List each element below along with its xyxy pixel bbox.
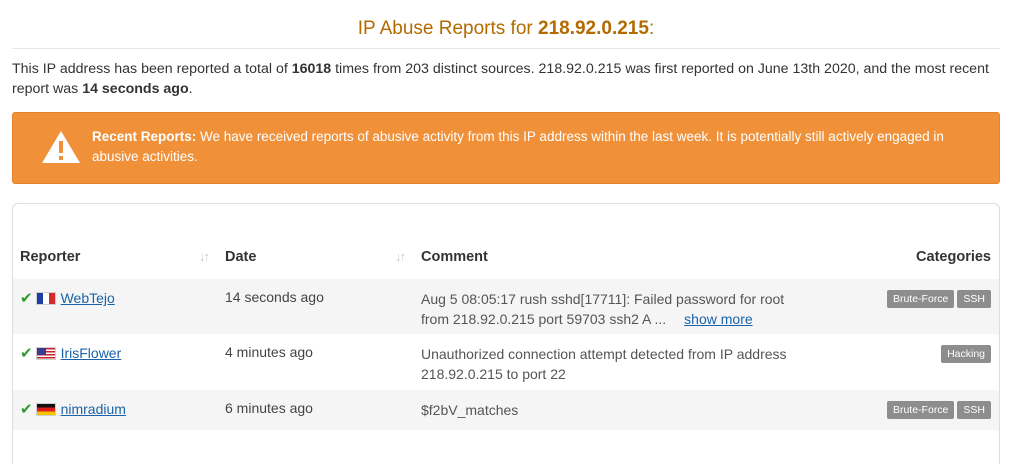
column-reporter-header[interactable]: Reporter ↓↑ <box>13 235 218 279</box>
sort-icon[interactable]: ↓↑ <box>395 249 406 264</box>
comment-cell: Aug 5 08:05:17 rush sshd[17711]: Failed … <box>414 279 791 334</box>
sort-icon[interactable]: ↓↑ <box>199 249 210 264</box>
warning-icon <box>42 131 80 163</box>
categories-cell: Brute-Force SSH <box>791 390 999 430</box>
table-row: ✔ WebTejo 14 seconds ago Aug 5 08:05:17 r… <box>13 279 999 334</box>
summary-text-1: This IP address has been reported a tota… <box>12 61 292 77</box>
comment-text: Unauthorized connection attempt detected… <box>421 346 787 382</box>
column-date-label: Date <box>225 249 257 265</box>
summary-text-3: . <box>188 81 193 97</box>
summary-total: 16018 <box>291 61 332 77</box>
reports-panel: Reporter ↓↑ Date ↓↑ Comment Categories ✔… <box>12 203 1000 464</box>
category-badge[interactable]: SSH <box>957 401 991 419</box>
comment-text: $f2bV_matches <box>421 402 519 418</box>
recent-reports-alert: Recent Reports: We have received reports… <box>12 112 1000 184</box>
date-cell: 14 seconds ago <box>225 289 324 305</box>
reporter-cell: ✔ WebTejo <box>13 279 218 334</box>
check-icon: ✔ <box>20 290 33 307</box>
column-categories-header: Categories <box>791 235 999 279</box>
reporter-cell: ✔ IrisFlower <box>13 334 218 390</box>
category-badge[interactable]: Brute-Force <box>886 401 955 419</box>
table-row: ✔ IrisFlower 4 minutes ago Unauthorized c… <box>13 334 999 390</box>
categories-cell: Hacking <box>791 334 999 390</box>
page-title: IP Abuse Reports for 218.92.0.215: <box>12 0 1000 49</box>
report-summary: This IP address has been reported a tota… <box>12 59 992 99</box>
column-date-header[interactable]: Date ↓↑ <box>218 235 414 279</box>
column-comment-header: Comment <box>414 235 791 279</box>
check-icon: ✔ <box>20 401 33 418</box>
column-comment-label: Comment <box>421 249 488 265</box>
column-categories-label: Categories <box>916 249 991 265</box>
summary-last-report: 14 seconds ago <box>82 81 189 97</box>
alert-message: Recent Reports: We have received reports… <box>92 127 972 167</box>
reporter-link[interactable]: IrisFlower <box>61 345 122 361</box>
comment-cell: $f2bV_matches <box>414 390 791 430</box>
category-badge[interactable]: Brute-Force <box>886 290 955 308</box>
comment-cell: Unauthorized connection attempt detected… <box>414 334 791 390</box>
column-reporter-label: Reporter <box>20 249 81 265</box>
date-cell: 4 minutes ago <box>225 344 313 360</box>
report-page: IP Abuse Reports for 218.92.0.215: This … <box>12 0 1000 464</box>
france-flag-icon <box>35 292 56 305</box>
show-more-link[interactable]: show more <box>684 311 752 327</box>
usa-flag-icon <box>35 347 56 360</box>
date-cell: 6 minutes ago <box>225 400 313 416</box>
check-icon: ✔ <box>20 345 33 362</box>
reporter-link[interactable]: WebTejo <box>61 290 115 306</box>
table-row: ✔ nimradium 6 minutes ago $f2bV_matches B… <box>13 390 999 430</box>
category-badge[interactable]: SSH <box>957 290 991 308</box>
germany-flag-icon <box>35 403 56 416</box>
reports-table: Reporter ↓↑ Date ↓↑ Comment Categories ✔… <box>13 235 999 430</box>
reporter-link[interactable]: nimradium <box>61 401 126 417</box>
alert-text: We have received reports of abusive acti… <box>92 129 944 164</box>
title-suffix: : <box>648 18 655 39</box>
alert-label: Recent Reports: <box>92 129 197 144</box>
table-header-row: Reporter ↓↑ Date ↓↑ Comment Categories <box>13 235 999 279</box>
title-ip: 218.92.0.215 <box>538 18 649 39</box>
reporter-cell: ✔ nimradium <box>13 390 218 430</box>
category-badge[interactable]: Hacking <box>941 345 991 363</box>
categories-cell: Brute-Force SSH <box>791 279 999 334</box>
title-prefix: IP Abuse Reports for <box>357 18 538 39</box>
